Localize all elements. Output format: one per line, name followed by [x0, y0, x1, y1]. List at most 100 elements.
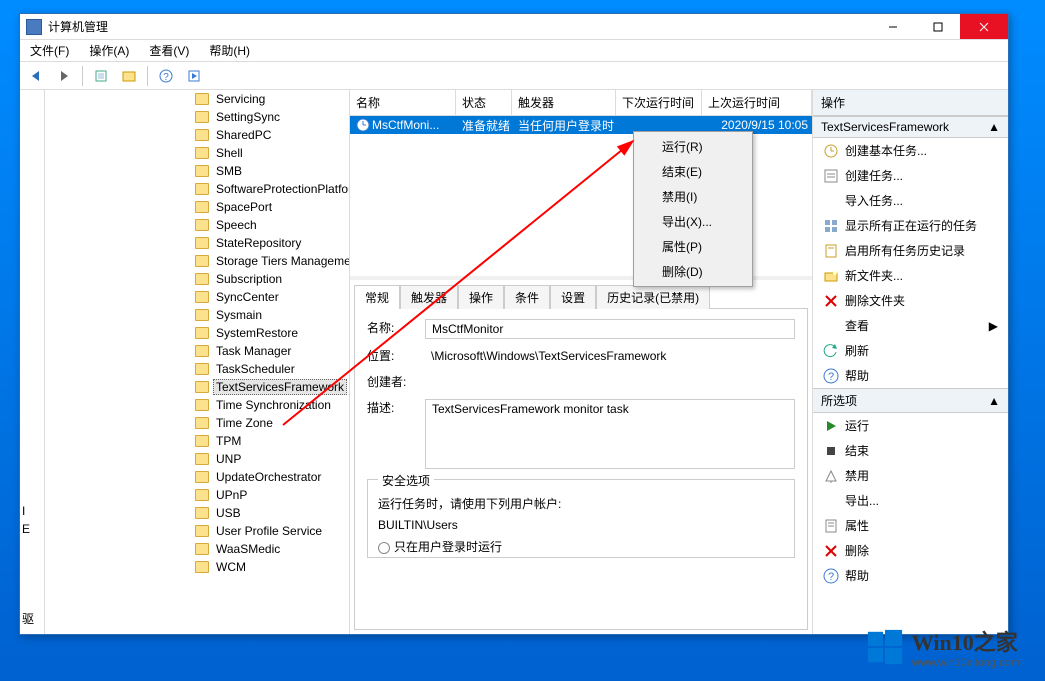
tab-3[interactable]: 条件	[504, 285, 550, 309]
import-icon	[823, 193, 839, 209]
tree-item-task manager[interactable]: Task Manager	[45, 342, 349, 360]
minimize-button[interactable]	[870, 14, 915, 39]
tree-item-usb[interactable]: USB	[45, 504, 349, 522]
toolbar: ?	[20, 62, 1008, 90]
folder-icon	[195, 543, 209, 555]
folder-icon	[195, 183, 209, 195]
action-创建基本任务[interactable]: 创建基本任务...	[813, 138, 1008, 163]
tree-item-synccenter[interactable]: SyncCenter	[45, 288, 349, 306]
tree-item-settingsync[interactable]: SettingSync	[45, 108, 349, 126]
ctx-run[interactable]: 运行(R)	[634, 134, 752, 159]
tree-item-time synchronization[interactable]: Time Synchronization	[45, 396, 349, 414]
toolbar-icon-2[interactable]	[117, 64, 141, 88]
tree-item-servicing[interactable]: Servicing	[45, 90, 349, 108]
action-结束[interactable]: 结束	[813, 438, 1008, 463]
disable-icon	[823, 468, 839, 484]
tree-item-staterepository[interactable]: StateRepository	[45, 234, 349, 252]
ctx-disable[interactable]: 禁用(I)	[634, 184, 752, 209]
security-radio-row[interactable]: 只在用户登录时运行	[378, 538, 784, 555]
folder-icon	[195, 201, 209, 213]
folder-icon	[195, 147, 209, 159]
action-创建任务[interactable]: 创建任务...	[813, 163, 1008, 188]
tree-item-user profile service[interactable]: User Profile Service	[45, 522, 349, 540]
th-status[interactable]: 状态	[456, 90, 512, 115]
tab-0[interactable]: 常规	[354, 285, 400, 309]
tree-item-updateorchestrator[interactable]: UpdateOrchestrator	[45, 468, 349, 486]
action-帮助[interactable]: ?帮助	[813, 563, 1008, 588]
th-name[interactable]: 名称	[350, 90, 456, 115]
action-帮助[interactable]: ?帮助	[813, 363, 1008, 388]
th-next[interactable]: 下次运行时间	[616, 90, 702, 115]
context-menu: 运行(R) 结束(E) 禁用(I) 导出(X)... 属性(P) 删除(D)	[633, 131, 753, 287]
action-禁用[interactable]: 禁用	[813, 463, 1008, 488]
tab-5[interactable]: 历史记录(已禁用)	[596, 285, 710, 309]
tree-item-shell[interactable]: Shell	[45, 144, 349, 162]
help-icon: ?	[823, 368, 839, 384]
label-location: 位置:	[367, 347, 415, 364]
action-删除文件夹[interactable]: 删除文件夹	[813, 288, 1008, 313]
tree-item-sysmain[interactable]: Sysmain	[45, 306, 349, 324]
th-trigger[interactable]: 触发器	[512, 90, 616, 115]
field-desc[interactable]: TextServicesFramework monitor task	[425, 399, 795, 469]
actions-section2-header[interactable]: 所选项 ▲	[813, 388, 1008, 413]
tree-item-softwareprotectionplatform[interactable]: SoftwareProtectionPlatform	[45, 180, 349, 198]
tree-item-tpm[interactable]: TPM	[45, 432, 349, 450]
menu-file[interactable]: 文件(F)	[26, 40, 73, 61]
tree-item-subscription[interactable]: Subscription	[45, 270, 349, 288]
toolbar-icon-1[interactable]	[89, 64, 113, 88]
tree-item-time zone[interactable]: Time Zone	[45, 414, 349, 432]
th-last[interactable]: 上次运行时间	[702, 90, 812, 115]
menu-view[interactable]: 查看(V)	[145, 40, 193, 61]
tree-item-speech[interactable]: Speech	[45, 216, 349, 234]
action-导出[interactable]: 导出...	[813, 488, 1008, 513]
menu-action[interactable]: 操作(A)	[85, 40, 133, 61]
action-启用所有任务历史记录[interactable]: 启用所有任务历史记录	[813, 238, 1008, 263]
tab-1[interactable]: 触发器	[400, 285, 458, 309]
close-button[interactable]	[960, 14, 1008, 39]
action-删除[interactable]: 删除	[813, 538, 1008, 563]
tree-item-smb[interactable]: SMB	[45, 162, 349, 180]
task-table-header: 名称 状态 触发器 下次运行时间 上次运行时间	[350, 90, 812, 116]
back-button[interactable]	[24, 64, 48, 88]
action-运行[interactable]: 运行	[813, 413, 1008, 438]
tree-item-sharedpc[interactable]: SharedPC	[45, 126, 349, 144]
action-导入任务[interactable]: 导入任务...	[813, 188, 1008, 213]
clock-icon	[823, 143, 839, 159]
field-name[interactable]: MsCtfMonitor	[425, 319, 795, 339]
ctx-delete[interactable]: 删除(D)	[634, 259, 752, 284]
watermark-url: www.win10xitong.com	[912, 657, 1020, 669]
ctx-end[interactable]: 结束(E)	[634, 159, 752, 184]
help-button[interactable]: ?	[154, 64, 178, 88]
action-查看[interactable]: 查看▶	[813, 313, 1008, 338]
tree-item-taskscheduler[interactable]: TaskScheduler	[45, 360, 349, 378]
tree-item-waasmedic[interactable]: WaaSMedic	[45, 540, 349, 558]
tree-item-upnp[interactable]: UPnP	[45, 486, 349, 504]
action-刷新[interactable]: 刷新	[813, 338, 1008, 363]
tree-item-systemrestore[interactable]: SystemRestore	[45, 324, 349, 342]
actions-section1-header[interactable]: TextServicesFramework ▲	[813, 116, 1008, 138]
tree-item-label: Task Manager	[213, 344, 294, 358]
task-icon	[823, 168, 839, 184]
tree-item-label: Shell	[213, 146, 246, 160]
maximize-button[interactable]	[915, 14, 960, 39]
tree-item-textservicesframework[interactable]: TextServicesFramework	[45, 378, 349, 396]
menu-help[interactable]: 帮助(H)	[205, 40, 254, 61]
tree-item-spaceport[interactable]: SpacePort	[45, 198, 349, 216]
tree-item-label: Time Zone	[213, 416, 276, 430]
forward-button[interactable]	[52, 64, 76, 88]
action-label: 创建任务...	[845, 167, 903, 184]
tab-4[interactable]: 设置	[550, 285, 596, 309]
tree-item-wcm[interactable]: WCM	[45, 558, 349, 576]
toolbar-icon-3[interactable]	[182, 64, 206, 88]
ctx-export[interactable]: 导出(X)...	[634, 209, 752, 234]
action-属性[interactable]: 属性	[813, 513, 1008, 538]
tree-pane[interactable]: ServicingSettingSyncSharedPC Shell SMBSoft…	[45, 90, 350, 634]
action-label: 运行	[845, 417, 869, 434]
tab-2[interactable]: 操作	[458, 285, 504, 309]
action-显示所有正在运行的任务[interactable]: 显示所有正在运行的任务	[813, 213, 1008, 238]
tree-item-unp[interactable]: UNP	[45, 450, 349, 468]
ctx-props[interactable]: 属性(P)	[634, 234, 752, 259]
folder-icon	[195, 165, 209, 177]
action-新文件夹[interactable]: 新文件夹...	[813, 263, 1008, 288]
tree-item-storage tiers management[interactable]: Storage Tiers Management	[45, 252, 349, 270]
